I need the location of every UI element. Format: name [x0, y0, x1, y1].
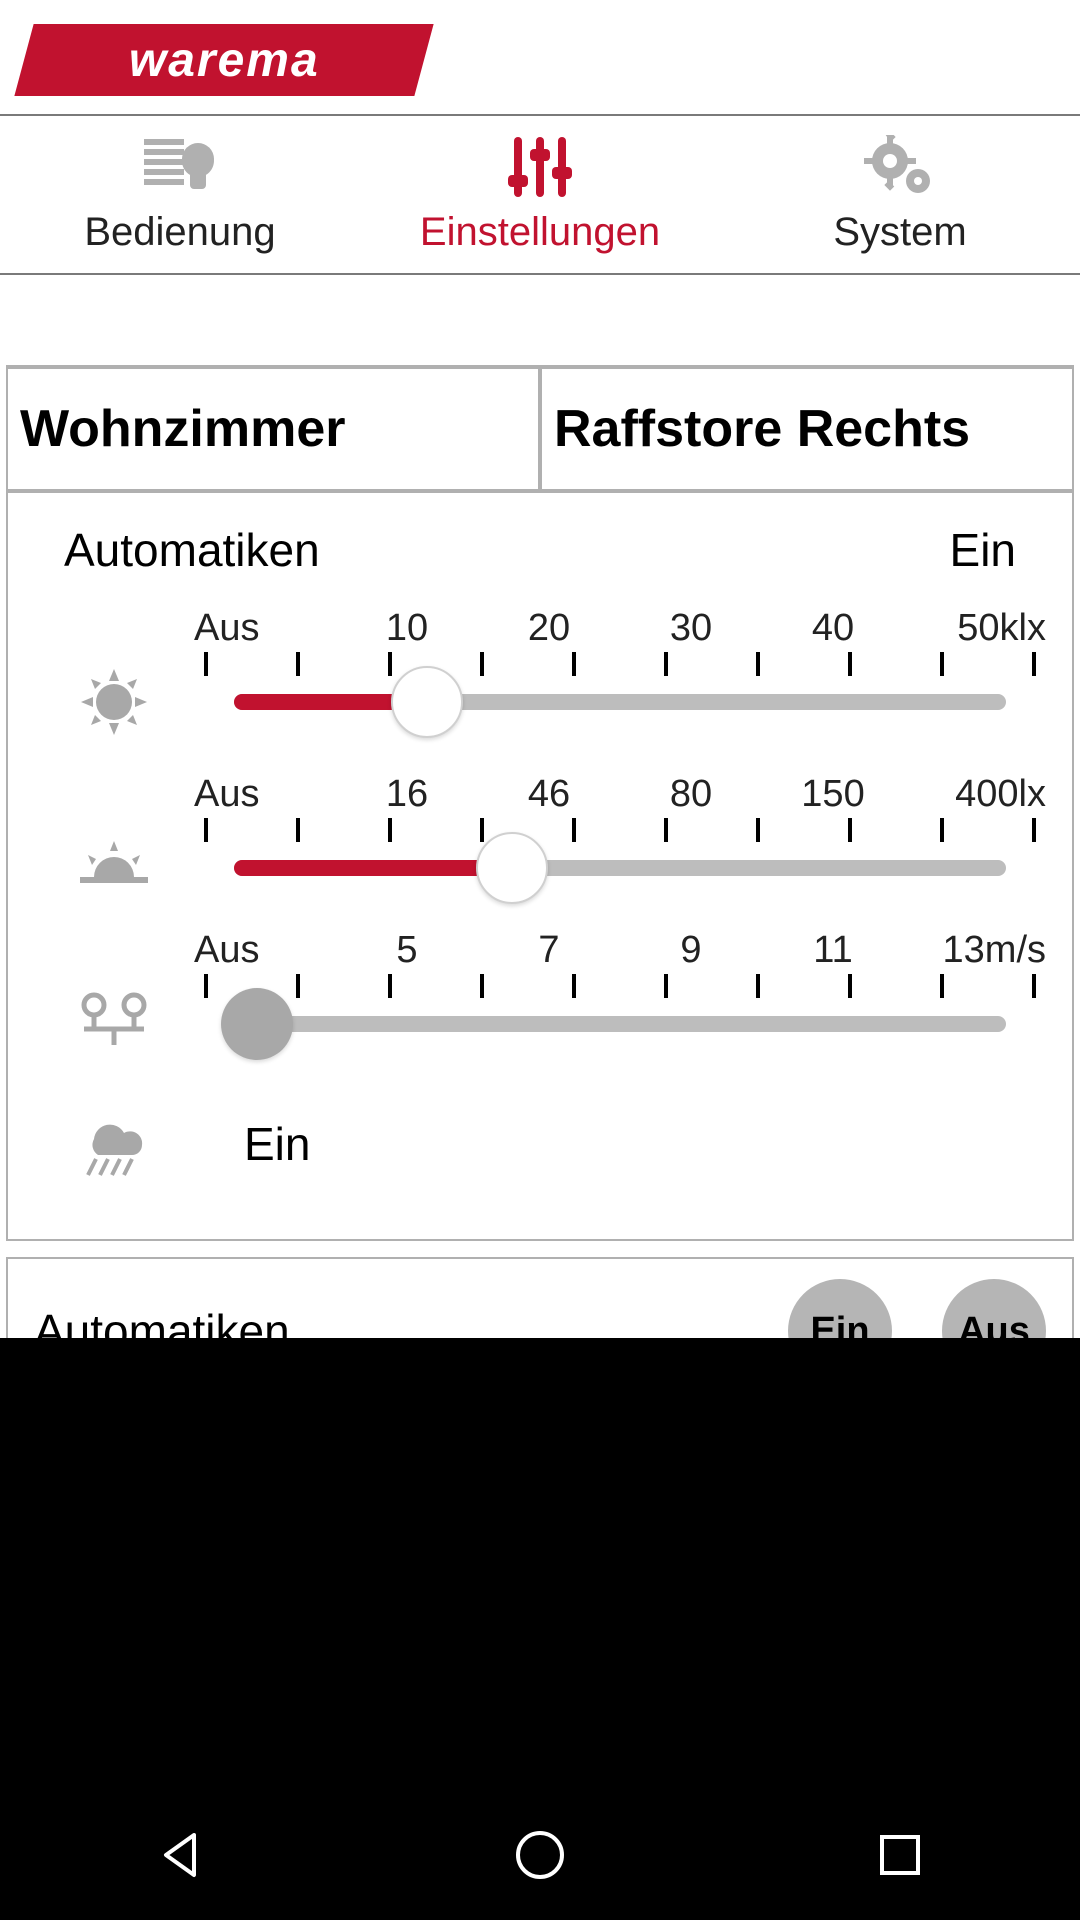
sun-slider[interactable]: [194, 694, 1046, 710]
wind-ticks: [194, 974, 1046, 998]
rain-row: Ein: [34, 1109, 1046, 1179]
scale-label: 46: [478, 773, 620, 816]
sun-scale-labels: Aus 10 20 30 40 50klx: [194, 607, 1046, 650]
gears-icon: [860, 132, 940, 202]
anemometer-icon: [34, 929, 194, 1049]
section-title: Automatiken: [64, 523, 320, 577]
wind-slider-row: Aus 5 7 9 11 13m/s: [34, 929, 1046, 1049]
scale-label: 400lx: [904, 773, 1046, 816]
section-header: Automatiken Ein: [34, 523, 1046, 577]
nav-tab-einstellungen[interactable]: Einstellungen: [360, 116, 720, 273]
scale-label: 80: [620, 773, 762, 816]
context-row: Wohnzimmer Raffstore Rechts: [6, 365, 1074, 493]
nav-tab-bedienung[interactable]: Bedienung: [0, 116, 360, 273]
android-nav-bar: [0, 1790, 1080, 1920]
nav-label: System: [833, 210, 966, 255]
android-home-button[interactable]: [505, 1820, 575, 1890]
dusk-slider-row: Aus 16 46 80 150 400lx: [34, 773, 1046, 893]
section-state: Ein: [950, 523, 1016, 577]
scale-label: 30: [620, 607, 762, 650]
scale-label: 40: [762, 607, 904, 650]
scale-label: 20: [478, 607, 620, 650]
scale-label: Aus: [194, 773, 336, 816]
blinds-bulb-icon: [140, 132, 220, 202]
rain-icon: [34, 1109, 194, 1179]
scale-label: 9: [620, 929, 762, 972]
logo-bar: warema: [0, 0, 1080, 114]
dusk-slider[interactable]: [194, 860, 1046, 876]
dusk-ticks: [194, 818, 1046, 842]
scale-label: 13m/s: [904, 929, 1046, 972]
android-recent-button[interactable]: [865, 1820, 935, 1890]
main-nav: Bedienung Einstellungen: [0, 114, 1080, 275]
scale-label: Aus: [194, 929, 336, 972]
settings-panel: Automatiken Ein Aus 10 20 30 40 50klx: [6, 493, 1074, 1241]
wind-slider[interactable]: [194, 1016, 1046, 1032]
scale-label: Aus: [194, 607, 336, 650]
scale-label: 5: [336, 929, 478, 972]
scale-label: 10: [336, 607, 478, 650]
sun-slider-row: Aus 10 20 30 40 50klx: [34, 607, 1046, 737]
sunset-icon: [34, 773, 194, 893]
nav-label: Bedienung: [84, 210, 275, 255]
brand-text: warema: [129, 33, 320, 88]
room-selector[interactable]: Wohnzimmer: [6, 367, 540, 491]
wind-scale-labels: Aus 5 7 9 11 13m/s: [194, 929, 1046, 972]
android-back-button[interactable]: [145, 1820, 215, 1890]
rain-state[interactable]: Ein: [244, 1117, 310, 1171]
scale-label: 50klx: [904, 607, 1046, 650]
scale-label: 16: [336, 773, 478, 816]
scale-label: 150: [762, 773, 904, 816]
sun-icon: [34, 607, 194, 737]
scale-label: 7: [478, 929, 620, 972]
scale-label: 11: [762, 929, 904, 972]
device-selector[interactable]: Raffstore Rechts: [540, 367, 1074, 491]
dusk-scale-labels: Aus 16 46 80 150 400lx: [194, 773, 1046, 816]
nav-tab-system[interactable]: System: [720, 116, 1080, 273]
brand-logo: warema: [14, 24, 433, 96]
nav-label: Einstellungen: [420, 210, 660, 255]
sun-ticks: [194, 652, 1046, 676]
sliders-icon: [500, 132, 580, 202]
